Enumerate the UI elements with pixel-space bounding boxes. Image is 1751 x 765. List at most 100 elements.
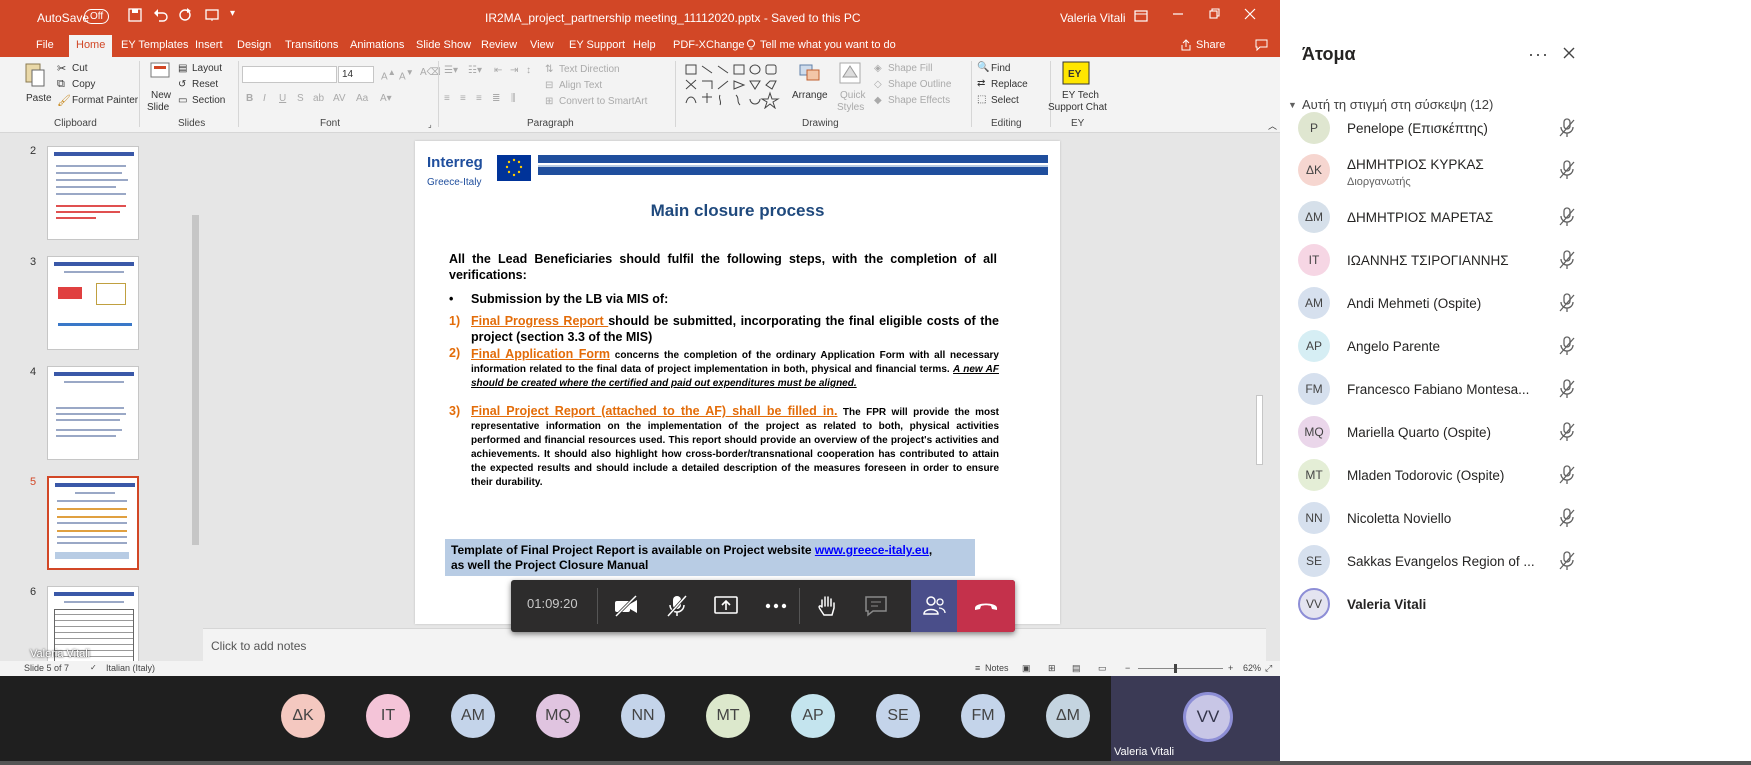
customize-toolbar-icon[interactable]: ▾ xyxy=(230,8,235,19)
font-name-input[interactable] xyxy=(242,66,337,83)
shapes-gallery[interactable] xyxy=(684,63,794,112)
microphone-muted-icon[interactable] xyxy=(1558,160,1576,182)
thumbnail-slide-3[interactable] xyxy=(47,256,139,350)
raise-hand-icon[interactable] xyxy=(814,594,840,618)
microphone-muted-icon[interactable] xyxy=(1558,508,1576,530)
participant-row[interactable]: AP Angelo Parente xyxy=(1280,324,1710,368)
participant-avatar[interactable]: AP xyxy=(791,694,835,738)
thumbnail-slide-2[interactable] xyxy=(47,146,139,240)
tab-slide-show[interactable]: Slide Show xyxy=(416,39,471,51)
notes-toggle[interactable]: Notes xyxy=(985,663,1009,673)
microphone-muted-icon[interactable] xyxy=(1558,336,1576,358)
language[interactable]: Italian (Italy) xyxy=(106,663,155,673)
underline-button[interactable]: U xyxy=(279,93,286,104)
character-spacing-button[interactable]: AV xyxy=(333,93,346,104)
line-spacing-icon[interactable]: ↕ xyxy=(526,65,531,76)
text-shadow-button[interactable]: ab xyxy=(313,93,324,104)
more-actions-icon[interactable] xyxy=(763,594,789,618)
ey-tech-label-2[interactable]: Support Chat xyxy=(1048,102,1107,113)
slideshow-view-icon[interactable]: ▭ xyxy=(1098,663,1107,674)
share-button[interactable]: Share xyxy=(1196,39,1225,51)
comments-icon[interactable] xyxy=(1255,39,1268,54)
tab-pdf-xchange[interactable]: PDF-XChange xyxy=(673,39,745,51)
normal-view-icon[interactable]: ▣ xyxy=(1022,663,1031,674)
thumbnail-slide-4[interactable] xyxy=(47,366,139,460)
participant-row[interactable]: MT Mladen Todorovic (Ospite) xyxy=(1280,453,1710,497)
redo-icon[interactable] xyxy=(178,8,192,25)
share-screen-icon[interactable] xyxy=(713,594,739,618)
decrease-indent-icon[interactable]: ⇤ xyxy=(494,65,502,76)
font-dialog-launcher-icon[interactable]: ⌟ xyxy=(428,120,432,129)
font-color-icon[interactable]: A▾ xyxy=(380,93,392,104)
participant-avatar[interactable]: IT xyxy=(366,694,410,738)
close-panel-icon[interactable] xyxy=(1562,46,1576,65)
participant-row[interactable]: P Penelope (Επισκέπτης) xyxy=(1280,106,1710,150)
participant-row[interactable]: AM Andi Mehmeti (Ospite) xyxy=(1280,281,1710,325)
zoom-slider[interactable] xyxy=(1138,668,1223,669)
format-painter-button[interactable]: Format Painter xyxy=(72,95,138,106)
microphone-muted-icon[interactable] xyxy=(1558,207,1576,229)
ey-tech-label-1[interactable]: EY Tech xyxy=(1062,90,1099,101)
numbering-icon[interactable]: ☷▾ xyxy=(468,65,482,76)
notes-placeholder[interactable]: Click to add notes xyxy=(211,639,306,653)
font-size-input[interactable]: 14 xyxy=(338,66,374,83)
tab-view[interactable]: View xyxy=(530,39,554,51)
undo-icon[interactable] xyxy=(153,8,169,25)
find-button[interactable]: Find xyxy=(991,63,1010,74)
bullets-icon[interactable]: ☰▾ xyxy=(444,65,458,76)
justify-icon[interactable]: ≣ xyxy=(492,93,500,104)
zoom-level[interactable]: 62% xyxy=(1243,663,1261,673)
shape-fill-button[interactable]: Shape Fill xyxy=(888,63,932,74)
hang-up-button[interactable] xyxy=(957,580,1015,632)
paste-icon[interactable] xyxy=(24,61,46,92)
participant-avatar[interactable]: NN xyxy=(621,694,665,738)
thumbnail-scrollbar[interactable] xyxy=(190,133,201,661)
autosave-toggle[interactable]: Off xyxy=(84,9,110,24)
microphone-muted-icon[interactable] xyxy=(1558,293,1576,315)
reset-button[interactable]: Reset xyxy=(192,79,218,90)
quick-styles-label-2[interactable]: Styles xyxy=(837,102,864,113)
participant-row[interactable]: IT ΙΩΑΝΝΗΣ ΤΣΙΡΟΓΙΑΝΝΗΣ xyxy=(1280,238,1710,282)
ey-tech-support-icon[interactable]: EY xyxy=(1062,61,1090,88)
arrange-button[interactable]: Arrange xyxy=(792,90,828,101)
paste-button[interactable]: Paste xyxy=(26,93,52,104)
microphone-muted-icon[interactable] xyxy=(1558,551,1576,573)
window-user-name[interactable]: Valeria Vitali xyxy=(1060,11,1126,25)
microphone-muted-icon[interactable] xyxy=(664,594,690,618)
camera-off-icon[interactable] xyxy=(613,594,639,618)
participant-row[interactable]: MQ Mariella Quarto (Ospite) xyxy=(1280,410,1710,454)
tab-help[interactable]: Help xyxy=(633,39,656,51)
greece-italy-link[interactable]: www.greece-italy.eu xyxy=(815,543,929,557)
tab-design[interactable]: Design xyxy=(237,39,271,51)
spellcheck-icon[interactable]: ✓ xyxy=(90,663,97,672)
save-icon[interactable] xyxy=(128,8,142,25)
restore-icon[interactable] xyxy=(1208,8,1220,23)
tell-me-search[interactable]: Tell me what you want to do xyxy=(760,39,896,51)
participant-row[interactable]: SE Sakkas Evangelos Region of ... xyxy=(1280,539,1710,583)
participant-row[interactable]: ΔΜ ΔΗΜΗΤΡΙΟΣ ΜΑΡΕΤΑΣ xyxy=(1280,195,1710,239)
bold-button[interactable]: B xyxy=(246,93,253,104)
participant-avatar[interactable]: MQ xyxy=(536,694,580,738)
section-button[interactable]: Section xyxy=(192,95,225,106)
tab-transitions[interactable]: Transitions xyxy=(285,39,338,51)
shrink-font-icon[interactable]: A▼ xyxy=(399,67,414,82)
slide-sorter-icon[interactable]: ⊞ xyxy=(1048,663,1056,674)
tab-ey-templates[interactable]: EY Templates xyxy=(121,39,188,51)
start-slideshow-icon[interactable] xyxy=(205,8,219,25)
close-icon[interactable] xyxy=(1244,8,1256,23)
participant-avatar[interactable]: MT xyxy=(706,694,750,738)
change-case-button[interactable]: Aa xyxy=(356,93,368,104)
shape-outline-button[interactable]: Shape Outline xyxy=(888,79,951,90)
participant-avatar[interactable]: FM xyxy=(961,694,1005,738)
microphone-muted-icon[interactable] xyxy=(1558,250,1576,272)
ribbon-display-icon[interactable] xyxy=(1134,10,1148,25)
participant-avatar[interactable]: SE xyxy=(876,694,920,738)
zoom-slider-thumb[interactable] xyxy=(1174,664,1177,673)
arrange-icon[interactable] xyxy=(798,63,822,86)
microphone-muted-icon[interactable] xyxy=(1558,118,1576,140)
new-slide-label-2[interactable]: Slide xyxy=(147,102,169,113)
thumbnail-slide-5[interactable] xyxy=(47,476,139,570)
text-direction-button[interactable]: Text Direction xyxy=(559,64,620,75)
italic-button[interactable]: I xyxy=(263,93,266,104)
zoom-in-icon[interactable]: + xyxy=(1228,663,1233,673)
